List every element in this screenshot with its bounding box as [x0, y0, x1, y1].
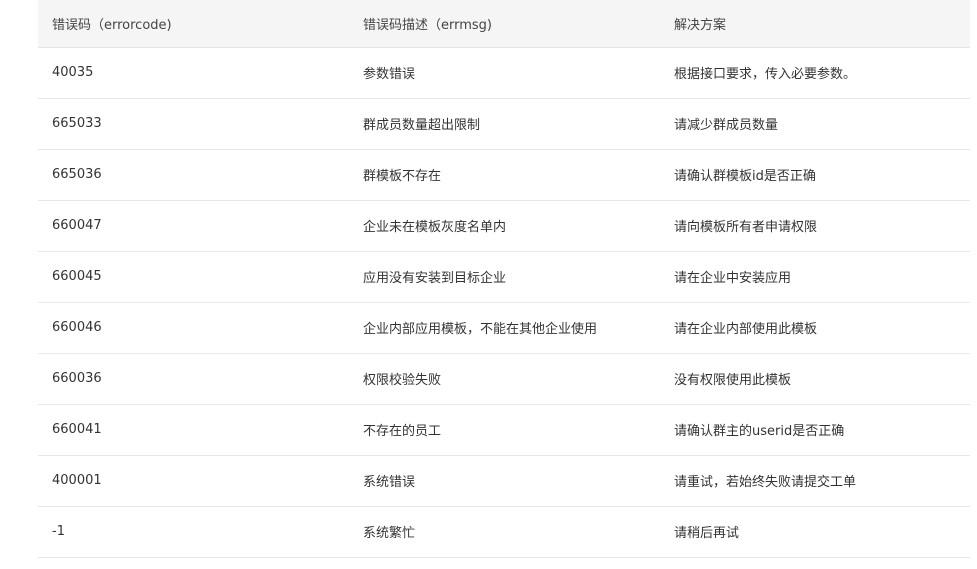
- table-row: 665036 群模板不存在 请确认群模板id是否正确: [38, 149, 970, 201]
- table-body: 40035 参数错误 根据接口要求，传入必要参数。 665033 群成员数量超出…: [38, 47, 970, 558]
- errmsg-cell: 群模板不存在: [349, 149, 660, 201]
- errorcode-cell: 400001: [38, 455, 349, 507]
- solution-cell: 请减少群成员数量: [660, 98, 970, 150]
- solution-cell: 请向模板所有者申请权限: [660, 200, 970, 252]
- solution-cell: 请稍后再试: [660, 506, 970, 558]
- table-row: -1 系统繁忙 请稍后再试: [38, 506, 970, 558]
- table-row: 660045 应用没有安装到目标企业 请在企业中安装应用: [38, 251, 970, 303]
- errorcode-cell: -1: [38, 506, 349, 558]
- header-errorcode: 错误码（errorcode): [38, 0, 349, 48]
- solution-cell: 请在企业内部使用此模板: [660, 302, 970, 354]
- errmsg-cell: 企业内部应用模板，不能在其他企业使用: [349, 302, 660, 354]
- table-row: 660036 权限校验失败 没有权限使用此模板: [38, 353, 970, 405]
- solution-cell: 请在企业中安装应用: [660, 251, 970, 303]
- errmsg-cell: 权限校验失败: [349, 353, 660, 405]
- errmsg-cell: 不存在的员工: [349, 404, 660, 456]
- header-errmsg: 错误码描述（errmsg): [349, 0, 660, 48]
- solution-cell: 没有权限使用此模板: [660, 353, 970, 405]
- errorcode-cell: 660047: [38, 200, 349, 252]
- table-header-row: 错误码（errorcode) 错误码描述（errmsg) 解决方案: [38, 0, 970, 48]
- table-row: 40035 参数错误 根据接口要求，传入必要参数。: [38, 47, 970, 99]
- errorcode-cell: 660046: [38, 302, 349, 354]
- errmsg-cell: 应用没有安装到目标企业: [349, 251, 660, 303]
- errorcode-cell: 660036: [38, 353, 349, 405]
- solution-cell: 根据接口要求，传入必要参数。: [660, 47, 970, 99]
- errmsg-cell: 群成员数量超出限制: [349, 98, 660, 150]
- table-row: 665033 群成员数量超出限制 请减少群成员数量: [38, 98, 970, 150]
- table-row: 660046 企业内部应用模板，不能在其他企业使用 请在企业内部使用此模板: [38, 302, 970, 354]
- errorcode-cell: 665033: [38, 98, 349, 150]
- errorcode-cell: 665036: [38, 149, 349, 201]
- table-row: 400001 系统错误 请重试，若始终失败请提交工单: [38, 455, 970, 507]
- errmsg-cell: 系统繁忙: [349, 506, 660, 558]
- error-code-table: 错误码（errorcode) 错误码描述（errmsg) 解决方案 40035 …: [38, 0, 970, 558]
- error-code-table-container: 错误码（errorcode) 错误码描述（errmsg) 解决方案 40035 …: [38, 0, 970, 558]
- solution-cell: 请确认群主的userid是否正确: [660, 404, 970, 456]
- errmsg-cell: 企业未在模板灰度名单内: [349, 200, 660, 252]
- errorcode-cell: 660041: [38, 404, 349, 456]
- header-solution: 解决方案: [660, 0, 970, 48]
- errorcode-cell: 660045: [38, 251, 349, 303]
- solution-cell: 请重试，若始终失败请提交工单: [660, 455, 970, 507]
- errorcode-cell: 40035: [38, 47, 349, 99]
- table-header: 错误码（errorcode) 错误码描述（errmsg) 解决方案: [38, 0, 970, 48]
- table-row: 660041 不存在的员工 请确认群主的userid是否正确: [38, 404, 970, 456]
- errmsg-cell: 系统错误: [349, 455, 660, 507]
- table-row: 660047 企业未在模板灰度名单内 请向模板所有者申请权限: [38, 200, 970, 252]
- errmsg-cell: 参数错误: [349, 47, 660, 99]
- solution-cell: 请确认群模板id是否正确: [660, 149, 970, 201]
